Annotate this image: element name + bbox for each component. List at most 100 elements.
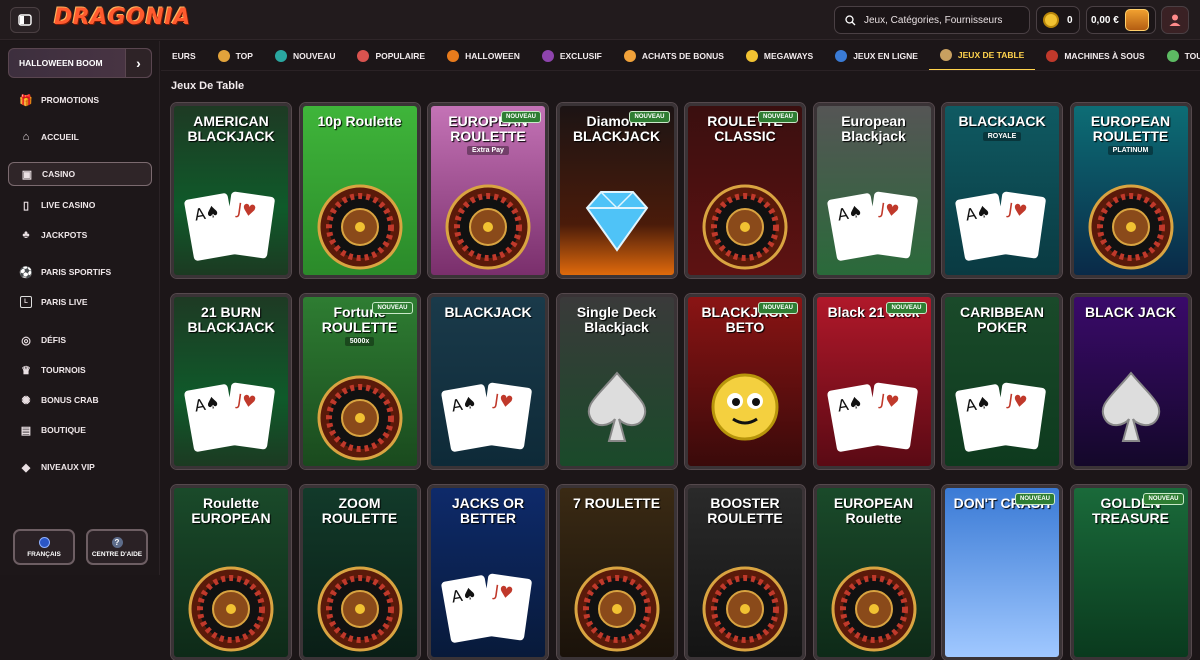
game-card[interactable]: ZOOM ROULETTE [299, 485, 420, 660]
game-card[interactable]: Diamond BLACKJACK NOUVEAU [556, 103, 677, 278]
roulette-wheel-icon [702, 184, 788, 275]
category-tab[interactable]: ACHATS DE BONUS [613, 41, 735, 70]
playing-cards-icon: A♠ J♥ [183, 379, 279, 464]
game-card[interactable]: Single Deck Blackjack [556, 294, 677, 469]
language-button[interactable]: FRANÇAIS [13, 529, 75, 565]
category-icon [623, 49, 636, 62]
category-tab[interactable]: EXCLUSIF [531, 41, 613, 70]
search-input[interactable] [864, 14, 1014, 26]
clover-icon: ♣ [22, 229, 30, 241]
game-card[interactable]: Roulette EUROPEAN [171, 485, 291, 660]
treasure-chest-icon[interactable] [1124, 9, 1149, 31]
category-tab[interactable]: HALLOWEEN [436, 41, 531, 70]
game-title: EUROPEAN Roulette [833, 495, 914, 526]
game-card[interactable]: Fortune ROULETTE 5000x NOUVEAU [299, 294, 420, 469]
game-card[interactable]: BLACK JACK [1070, 294, 1191, 469]
svg-text:J♥: J♥ [1006, 199, 1029, 221]
home-icon: ⌂ [22, 131, 30, 143]
sidebar-item-paris-sportifs[interactable]: ⚽ PARIS SPORTIFS [8, 260, 152, 284]
user-avatar-button[interactable] [1161, 6, 1189, 34]
game-title: AMERICAN BLACKJACK [187, 113, 275, 144]
category-tab[interactable]: MACHINES À SOUS [1035, 41, 1155, 70]
help-label: CENTRE D'AIDE [91, 550, 143, 558]
game-card[interactable]: BLACKJACK ROYALE A♠ J♥ [942, 103, 1062, 278]
category-label: JEUX EN LIGNE [853, 50, 918, 61]
svg-text:J♥: J♥ [877, 390, 900, 412]
category-tab[interactable]: TOUS LES JEUX [1156, 41, 1200, 70]
svg-text:J♥: J♥ [492, 390, 515, 412]
category-icon [745, 49, 758, 62]
game-card[interactable]: BOOSTER ROULETTE [685, 485, 805, 660]
sidebar-item-bonus-crab[interactable]: ✺ BONUS CRAB [8, 388, 152, 412]
sidebar-item-label: PARIS LIVE [41, 297, 88, 307]
category-tab[interactable]: JEUX EN LIGNE [824, 41, 929, 70]
roulette-wheel-icon [1088, 184, 1174, 275]
game-card[interactable]: GOLDEN TREASURE NOUVEAU [1070, 485, 1191, 660]
svg-text:J♥: J♥ [877, 199, 900, 221]
sidebar-item-live-casino[interactable]: ▯ LIVE CASINO [8, 193, 152, 217]
game-card[interactable]: 10p Roulette [299, 103, 420, 278]
help-center-button[interactable]: ? CENTRE D'AIDE [86, 529, 148, 565]
game-card[interactable]: JACKS OR BETTER A♠ J♥ [428, 485, 548, 660]
new-badge: NOUVEAU [886, 302, 927, 314]
category-tab[interactable]: JEUX DE TABLE [928, 41, 1036, 70]
category-tab[interactable]: MEGAWAYS [735, 41, 824, 70]
coins-pill[interactable]: 0 [1036, 6, 1080, 34]
game-card[interactable]: 7 ROULETTE [556, 485, 677, 660]
game-card[interactable]: CARIBBEAN POKER A♠ J♥ [942, 294, 1062, 469]
eu-flag-icon [38, 536, 50, 548]
game-card[interactable]: ROULETTE CLASSIC NOUVEAU [685, 103, 805, 278]
sidebar-item-label: LIVE CASINO [41, 200, 96, 210]
sidebar-item-label: PARIS SPORTIFS [41, 267, 112, 277]
category-label: NOUVEAU [292, 50, 336, 61]
sidebar-item-label: PROMOTIONS [41, 95, 100, 105]
playing-cards-icon: A♠ J♥ [440, 570, 536, 655]
search-box[interactable] [834, 6, 1030, 34]
category-label: EURS [172, 50, 196, 61]
category-tab[interactable]: TOP [207, 41, 264, 70]
category-tab[interactable]: EURS [161, 41, 207, 70]
game-title: CARIBBEAN POKER [960, 304, 1044, 335]
game-card[interactable]: 21 BURN BLACKJACK A♠ J♥ [171, 294, 291, 469]
sidebar-item-paris-live[interactable]: L PARIS LIVE [8, 290, 152, 314]
roulette-wheel-icon [831, 566, 917, 657]
sidebar-item-label: TOURNOIS [41, 365, 86, 375]
sidebar-item-promotions[interactable]: 🎁 PROMOTIONS [8, 88, 152, 112]
balance-pill[interactable]: 0,00 € [1086, 6, 1156, 34]
halloween-boom-banner[interactable]: HALLOWEEN BOOM › [8, 48, 152, 78]
category-label: ACHATS DE BONUS [641, 50, 724, 61]
game-card[interactable]: European Blackjack A♠ J♥ [813, 103, 934, 278]
new-badge: NOUVEAU [500, 111, 541, 123]
category-icon [1166, 49, 1179, 62]
spade-icon [577, 367, 657, 452]
sidebar-item-defis[interactable]: ◎ DÉFIS [8, 328, 152, 352]
category-icon [1046, 49, 1059, 62]
chevron-right-icon[interactable]: › [125, 49, 151, 77]
sidebar-item-accueil[interactable]: ⌂ ACCUEIL [8, 125, 152, 149]
game-title: BLACKJACK [958, 113, 1046, 129]
game-card[interactable]: DON'T CRASH NOUVEAU [942, 485, 1062, 660]
game-card[interactable]: BLACKJACK A♠ J♥ [428, 294, 548, 469]
game-card[interactable]: Black 21 Jack NOUVEAU A♠ J♥ [813, 294, 934, 469]
live-icon: L [20, 296, 32, 308]
category-tab[interactable]: NOUVEAU [264, 41, 347, 70]
roulette-wheel-icon [702, 566, 788, 657]
sidebar-item-label: ACCUEIL [41, 132, 79, 142]
crab-icon: ✺ [21, 394, 31, 407]
game-card[interactable]: BLACKJACK BETO NOUVEAU [685, 294, 805, 469]
sidebar-toggle-button[interactable] [10, 7, 40, 33]
game-card[interactable]: EUROPEAN ROULETTE PLATINUM [1070, 103, 1191, 278]
game-title: 7 ROULETTE [572, 495, 661, 511]
sidebar-item-jackpots[interactable]: ♣ JACKPOTS [8, 223, 152, 247]
game-card[interactable]: EUROPEAN Roulette [813, 485, 934, 660]
category-tab[interactable]: POPULAIRE [346, 41, 436, 70]
game-card[interactable]: AMERICAN BLACKJACK A♠ J♥ [171, 103, 291, 278]
category-icon [274, 49, 287, 62]
sidebar-item-niveaux-vip[interactable]: ◆ NIVEAUX VIP [8, 455, 152, 479]
roulette-wheel-icon [574, 566, 660, 657]
sidebar-item-casino[interactable]: ▣ CASINO [8, 162, 152, 186]
dragonia-logo[interactable]: DRAGONIA [54, 5, 191, 30]
sidebar-item-tournois[interactable]: ♛ TOURNOIS [8, 358, 152, 382]
game-card[interactable]: EUROPEAN ROULETTE Extra Pay NOUVEAU [428, 103, 548, 278]
sidebar-item-boutique[interactable]: ▤ BOUTIQUE [8, 418, 152, 442]
